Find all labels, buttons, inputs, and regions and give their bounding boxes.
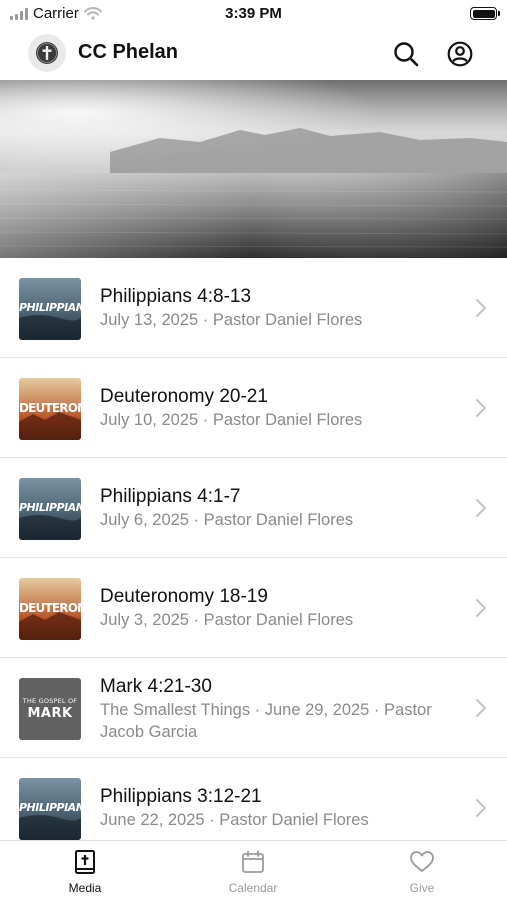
- series-art-text: DEUTERONOMY: [19, 601, 81, 615]
- tab-label: Media: [68, 881, 102, 895]
- tab-give[interactable]: Give: [362, 849, 482, 895]
- bible-icon: [75, 850, 95, 874]
- series-art-text: PHILIPPIANS: [19, 501, 81, 514]
- app-title: CC Phelan: [78, 41, 179, 63]
- chevron-right-icon: [476, 299, 486, 317]
- profile-icon: [447, 41, 473, 67]
- sermon-artwork-deuteronomy: DEUTERONOMY: [19, 578, 81, 640]
- sermon-artwork-philippians: PHILIPPIANS: [19, 278, 81, 340]
- hero-banner: [0, 80, 507, 258]
- calendar-icon: [242, 850, 264, 873]
- sermon-title: Philippians 3:12-21: [100, 786, 262, 807]
- heart-icon: [410, 851, 434, 872]
- series-art-text: PHILIPPIANS: [19, 301, 81, 314]
- sermon-row[interactable]: THE GOSPEL OF MARK Mark 4:21-30 The Smal…: [0, 658, 507, 758]
- profile-button[interactable]: [445, 39, 475, 69]
- status-time: 3:39 PM: [225, 5, 282, 22]
- chevron-right-icon: [476, 599, 486, 617]
- sermon-row[interactable]: DEUTERONOMY Deuteronomy 20-21 July 10, 2…: [0, 358, 507, 458]
- chevron-right-icon: [476, 699, 486, 717]
- tab-label: Calendar: [228, 881, 278, 895]
- sermon-subtitle: The Smallest Things · June 29, 2025 · Pa…: [100, 701, 432, 741]
- sermon-row[interactable]: PHILIPPIANS Philippians 4:8-13 July 13, …: [0, 258, 507, 358]
- search-button[interactable]: [391, 39, 421, 69]
- church-logo-icon[interactable]: [28, 34, 66, 72]
- cross-icon: [36, 42, 58, 64]
- tab-calendar[interactable]: Calendar: [193, 849, 313, 895]
- sermon-list: PHILIPPIANS Philippians 4:8-13 July 13, …: [0, 258, 507, 840]
- chevron-right-icon: [476, 799, 486, 817]
- sermon-artwork-philippians: PHILIPPIANS: [19, 778, 81, 840]
- sermon-artwork-deuteronomy: DEUTERONOMY: [19, 378, 81, 440]
- series-art-subtext: THE GOSPEL OF: [22, 697, 78, 705]
- sermon-title: Philippians 4:8-13: [100, 286, 252, 307]
- series-art-text: MARK: [27, 706, 73, 721]
- chevron-right-icon: [476, 399, 486, 417]
- tab-media[interactable]: Media: [25, 849, 145, 895]
- sermon-row[interactable]: PHILIPPIANS Philippians 3:12-21 June 22,…: [0, 758, 507, 840]
- sermon-subtitle: June 22, 2025 · Pastor Daniel Flores: [100, 811, 369, 829]
- sermon-subtitle: July 13, 2025 · Pastor Daniel Flores: [100, 311, 363, 329]
- sermon-artwork-philippians: PHILIPPIANS: [19, 478, 81, 540]
- app-header: CC Phelan: [0, 28, 507, 80]
- sermon-artwork-mark: THE GOSPEL OF MARK: [19, 678, 81, 740]
- sermon-title: Deuteronomy 20-21: [100, 386, 268, 407]
- tab-label: Give: [409, 881, 435, 895]
- series-art-text: PHILIPPIANS: [19, 801, 81, 814]
- status-bar: Carrier 3:39 PM: [0, 0, 507, 28]
- series-art-text: DEUTERONOMY: [19, 401, 81, 415]
- tab-bar: Media Calendar Give: [0, 840, 507, 900]
- battery-icon: [470, 7, 500, 20]
- sermon-subtitle: July 10, 2025 · Pastor Daniel Flores: [100, 411, 363, 429]
- sermon-row[interactable]: DEUTERONOMY Deuteronomy 18-19 July 3, 20…: [0, 558, 507, 658]
- sermon-title: Deuteronomy 18-19: [100, 586, 268, 607]
- search-icon: [394, 42, 419, 67]
- sermon-row[interactable]: PHILIPPIANS Philippians 4:1-7 July 6, 20…: [0, 458, 507, 558]
- sermon-title: Philippians 4:1-7: [100, 486, 241, 507]
- sermon-title: Mark 4:21-30: [100, 676, 212, 697]
- sermon-subtitle: July 3, 2025 · Pastor Daniel Flores: [100, 611, 354, 629]
- chevron-right-icon: [476, 499, 486, 517]
- sermon-subtitle: July 6, 2025 · Pastor Daniel Flores: [100, 511, 354, 529]
- ocean-mountains-photo: [0, 80, 507, 258]
